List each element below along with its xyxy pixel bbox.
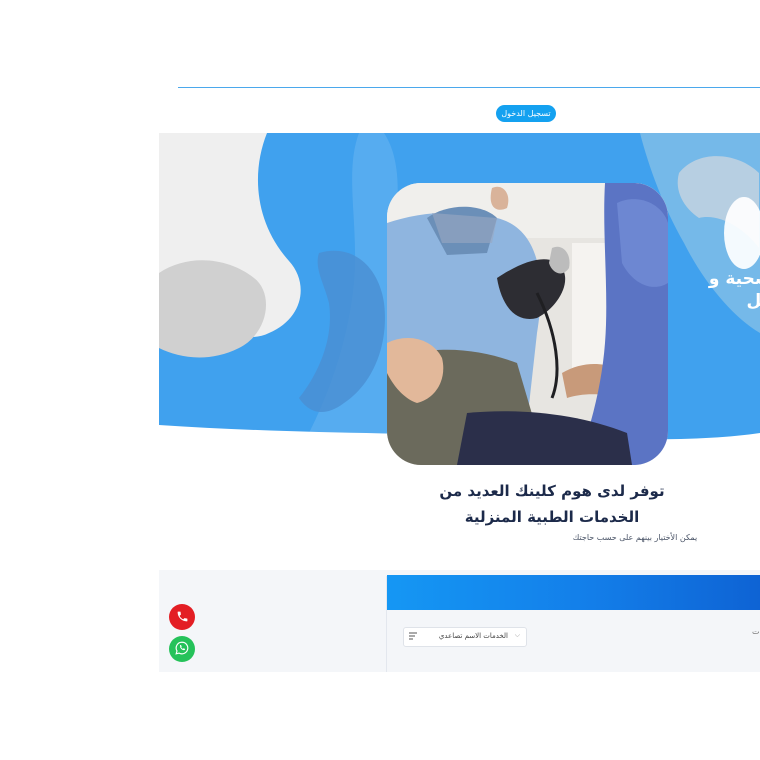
login-button[interactable]: تسجيل الدخول [496, 105, 556, 122]
services-heading: توفر لدى هوم كلينك العديد من الخدمات الط… [342, 478, 760, 530]
whatsapp-icon [175, 640, 189, 659]
phone-icon [176, 608, 189, 627]
services-heading-line2: الخدمات الطبية المنزلية [464, 508, 640, 526]
hero-tagline-line1: لصحية و [708, 269, 760, 289]
nurse-checking-blood-pressure-photo [387, 183, 668, 465]
chevron-down-icon: ⌵ [514, 631, 520, 639]
whatsapp-button[interactable] [169, 636, 195, 662]
services-subtext: يمكن الأختيار بينهم على حسب حاجتك [572, 533, 698, 542]
services-banner-bar [387, 575, 760, 610]
services-heading-line1: توفر لدى هوم كلينك العديد من [439, 482, 665, 500]
sort-select[interactable]: الخدمات الاسم تصاعدي ⌵ [403, 627, 527, 647]
services-label-cut: ت [752, 627, 760, 636]
sort-icon[interactable] [408, 631, 418, 641]
hero-tagline: لصحية و يكل [709, 268, 760, 312]
header-divider [178, 87, 760, 88]
sort-select-label: الخدمات الاسم تصاعدي [438, 632, 508, 640]
phone-call-button[interactable] [169, 604, 195, 630]
hero-tagline-line2: يكل [746, 291, 760, 311]
